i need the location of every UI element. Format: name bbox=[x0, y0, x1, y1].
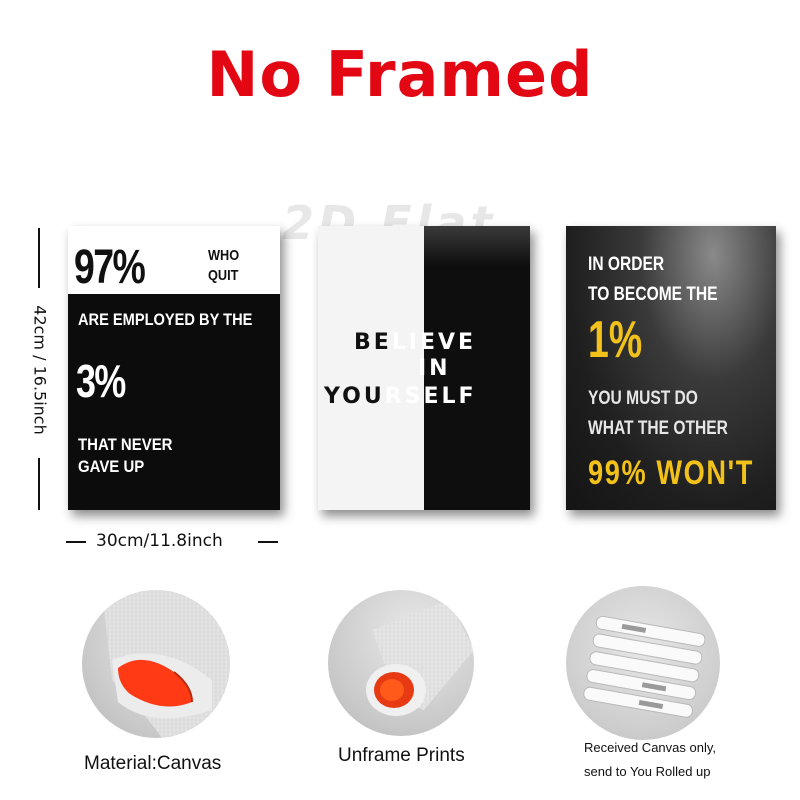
feature-caption: send to You Rolled up bbox=[584, 764, 711, 779]
poster-line-a: IN ORDER bbox=[588, 254, 665, 275]
poster-line: THAT NEVER GAVE UP bbox=[78, 435, 173, 476]
poster-line: ARE EMPLOYED BY THE bbox=[78, 310, 253, 329]
poster-big-percent: 97% bbox=[74, 241, 146, 294]
page-title: No Framed bbox=[206, 38, 594, 111]
poster-line-a: YOU MUST DO bbox=[588, 388, 698, 409]
width-label: 30cm/11.8inch bbox=[96, 531, 223, 551]
poster-text-light: LIEVE bbox=[391, 330, 477, 355]
poster-1-percent: IN ORDER TO BECOME THE 1% YOU MUST DO WH… bbox=[566, 226, 776, 510]
height-marker-bottom bbox=[38, 458, 40, 510]
feature-caption: Received Canvas only, bbox=[584, 740, 716, 755]
poster-line: YOU MUST DO WHAT THE OTHER bbox=[588, 384, 728, 444]
poster-big-percent: 1% bbox=[588, 311, 643, 369]
feature-caption: Material:Canvas bbox=[84, 753, 222, 774]
poster-line-b: WHAT THE OTHER bbox=[588, 418, 728, 439]
poster-text-light: RSELF bbox=[384, 384, 477, 409]
height-label: 42cm / 16.5inch bbox=[30, 305, 50, 435]
feature-caption: Unframe Prints bbox=[338, 745, 465, 766]
poster-text-dark: YOU bbox=[324, 384, 385, 409]
width-marker-left bbox=[66, 541, 86, 543]
poster-shade bbox=[424, 226, 530, 266]
poster-text-dark: BE bbox=[354, 330, 392, 355]
rolled-print-icon bbox=[328, 590, 474, 736]
poster-line-b: TO BECOME THE bbox=[588, 284, 718, 305]
poster-line: IN bbox=[418, 356, 451, 381]
poster-side-text: WHO QUIT bbox=[208, 247, 240, 284]
poster-97-percent: 97% WHO QUIT ARE EMPLOYED BY THE 3% THAT… bbox=[68, 226, 280, 510]
width-marker-right bbox=[258, 541, 278, 543]
poster-big-percent: 3% bbox=[76, 355, 126, 407]
poster-believe-in-yourself: BELIEVE IN YOURSELF bbox=[318, 226, 530, 510]
poster-line: IN ORDER TO BECOME THE bbox=[588, 250, 718, 310]
poster-accent-line: 99% WON'T bbox=[588, 454, 754, 492]
rolled-packages-icon bbox=[566, 586, 720, 740]
canvas-roll-icon bbox=[82, 590, 230, 738]
height-marker-top bbox=[38, 228, 40, 288]
poster-line: YOURSELF bbox=[324, 384, 477, 409]
poster-line: BELIEVE bbox=[354, 330, 476, 355]
